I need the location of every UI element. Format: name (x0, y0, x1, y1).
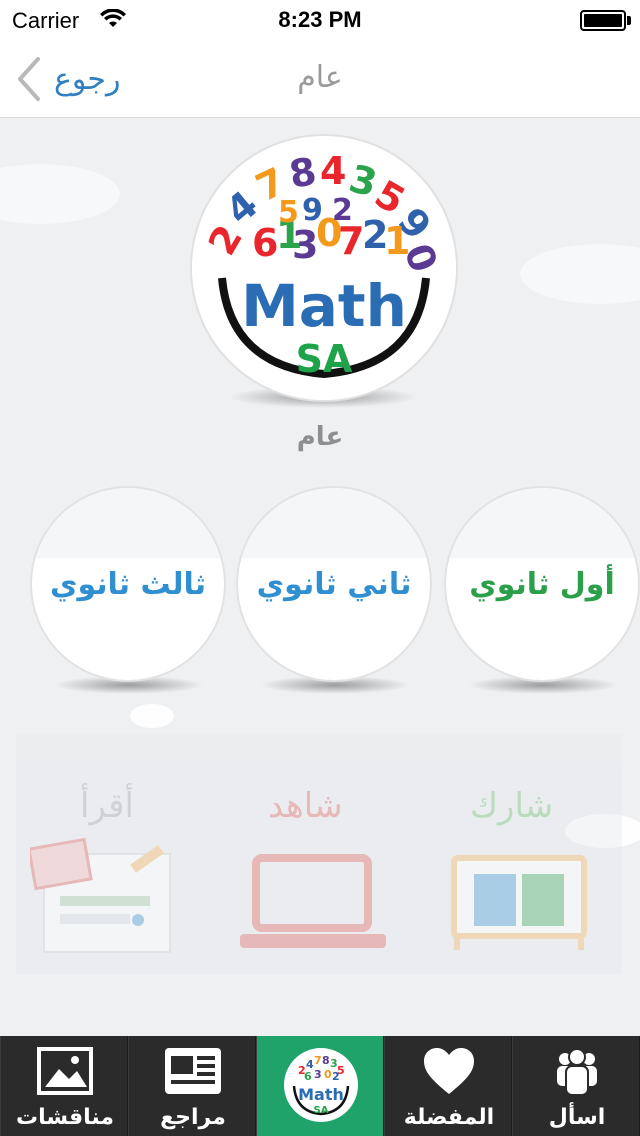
grade-label: أول ثانوي (469, 566, 615, 602)
tab-label: المفضلة (403, 1105, 495, 1130)
heart-icon (424, 1048, 474, 1094)
svg-text:6: 6 (304, 1070, 312, 1083)
grade-button-third-secondary[interactable]: ثالث ثانوي (30, 486, 226, 682)
document-illustration-icon (30, 837, 171, 953)
tab-home[interactable]: 2 4 7 8 3 5 6 3 0 2 Math SA (256, 1036, 384, 1136)
tab-bar: مناقشات مراجع 2 4 7 8 3 5 6 3 0 2 Math S… (0, 1036, 640, 1136)
share-label: شارك (470, 786, 554, 826)
page-title: عام (297, 60, 343, 95)
svg-text:3: 3 (314, 1068, 322, 1081)
math-sa-logo[interactable]: 2 4 7 8 4 3 5 9 0 6 1 3 0 7 2 1 9 2 5 Ma… (190, 134, 458, 402)
main-content: 2 4 7 8 4 3 5 9 0 6 1 3 0 7 2 1 9 2 5 Ma… (0, 124, 640, 1036)
status-bar: Carrier 8:23 PM (0, 0, 640, 40)
logo-sa-text: SA (296, 337, 353, 381)
math-sa-logo-icon: 2 4 7 8 3 5 6 3 0 2 Math SA (284, 1048, 358, 1122)
tab-ask[interactable]: اسأل (512, 1036, 640, 1136)
newspaper-icon (165, 1048, 221, 1094)
svg-text:5: 5 (278, 195, 299, 230)
cloud-decoration (446, 488, 638, 558)
svg-text:8: 8 (322, 1054, 330, 1067)
read-label: أقرأ (80, 786, 134, 826)
svg-text:1: 1 (384, 219, 410, 263)
image-icon (37, 1047, 93, 1095)
tab-references[interactable]: مراجع (128, 1036, 256, 1136)
watch-label: شاهد (268, 786, 343, 826)
people-icon (557, 1048, 597, 1096)
grade-label: ثاني ثانوي (256, 566, 412, 602)
svg-text:2: 2 (332, 1070, 340, 1083)
background-cloud (0, 164, 120, 224)
tab-label: مراجع (160, 1105, 226, 1130)
clock: 8:23 PM (278, 7, 362, 32)
svg-text:6: 6 (252, 221, 278, 265)
tab-logo-sa-text: SA (314, 1105, 329, 1116)
grade-button-second-secondary[interactable]: ثاني ثانوي (236, 486, 432, 682)
grade-label: ثالث ثانوي (49, 566, 207, 602)
background-illustration: أقرأ شاهد شارك (0, 734, 640, 984)
laptop-illustration-icon (240, 854, 386, 948)
logo-math-text: Math (241, 272, 407, 340)
section-caption: عام (296, 422, 344, 452)
background-cloud (130, 704, 174, 728)
tab-favorites[interactable]: المفضلة (384, 1036, 512, 1136)
battery-tip (627, 16, 631, 25)
svg-text:8: 8 (286, 149, 320, 197)
grade-button-first-secondary[interactable]: أول ثانوي (444, 486, 640, 682)
svg-text:7: 7 (314, 1054, 322, 1067)
battery-icon (580, 10, 626, 31)
tab-label: مناقشات (15, 1105, 115, 1130)
background-cloud (520, 244, 640, 304)
cloud-decoration (238, 488, 430, 558)
math-sa-logo-icon: 2 4 7 8 4 3 5 9 0 6 1 3 0 7 2 1 9 2 5 Ma… (200, 149, 446, 381)
tab-discussions[interactable]: مناقشات (0, 1036, 128, 1136)
svg-text:0: 0 (324, 1068, 332, 1081)
navigation-bar: رجوع عام (0, 40, 640, 118)
files-illustration-icon (451, 855, 587, 950)
tab-logo-math-text: Math (298, 1085, 344, 1104)
svg-text:9: 9 (302, 193, 323, 228)
svg-text:2: 2 (332, 193, 353, 228)
tab-label: اسأل (548, 1105, 606, 1130)
svg-text:4: 4 (320, 149, 346, 193)
cloud-decoration (32, 488, 224, 558)
